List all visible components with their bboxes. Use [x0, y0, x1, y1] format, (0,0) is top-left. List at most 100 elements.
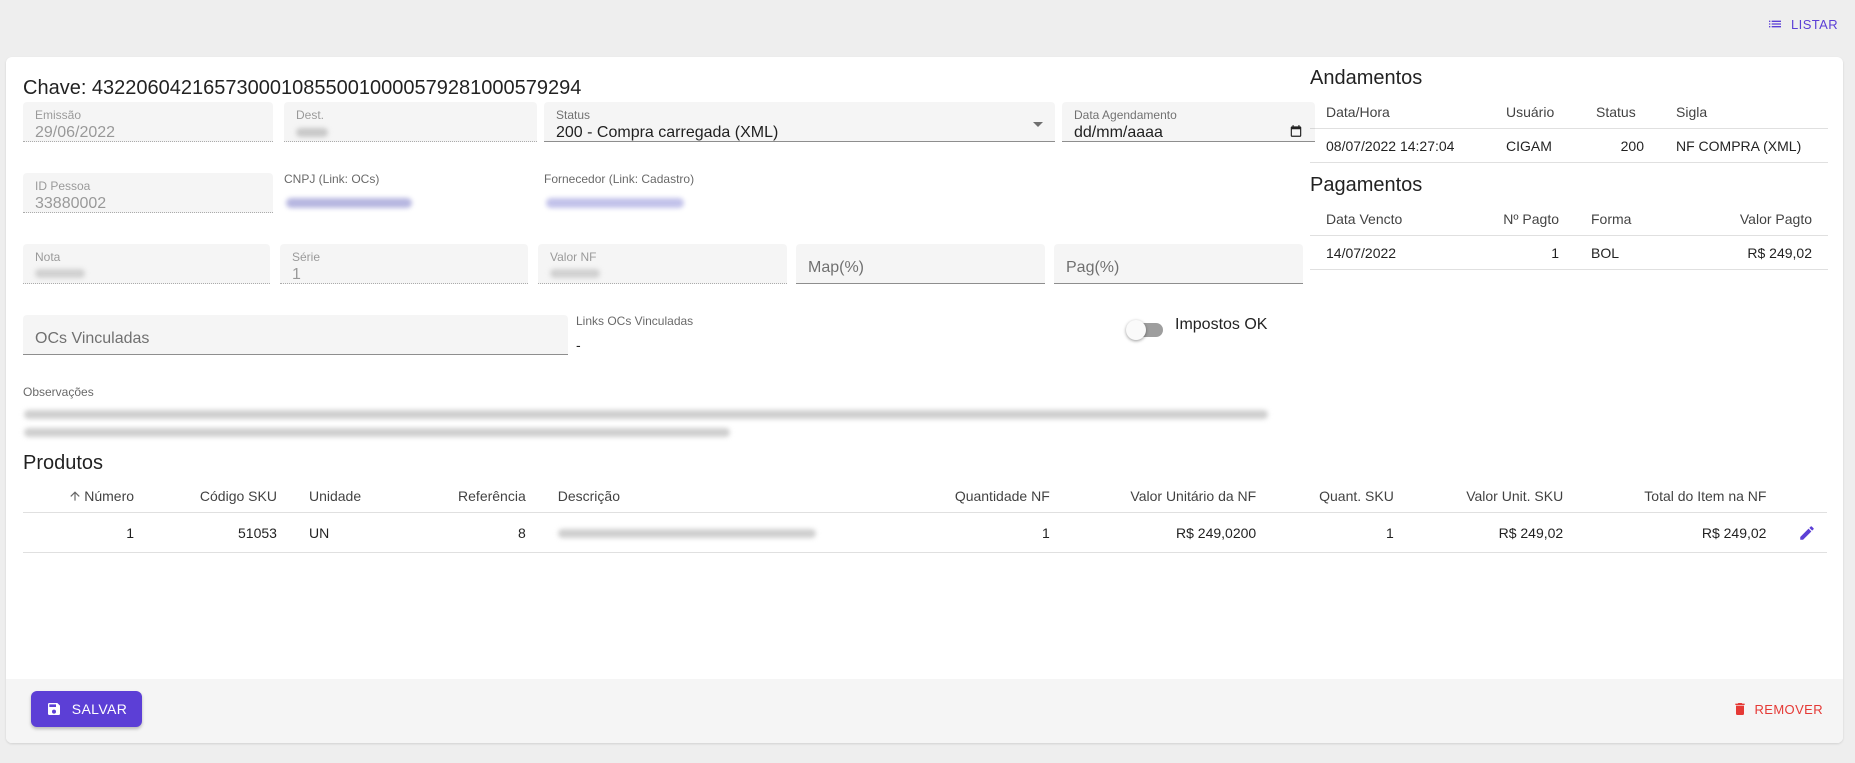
- cell-numero: 1: [23, 512, 151, 553]
- col-forma[interactable]: Forma: [1575, 202, 1675, 236]
- table-row: 14/07/2022 1 BOL R$ 249,02: [1310, 235, 1828, 270]
- col-data-vencto[interactable]: Data Vencto: [1310, 202, 1460, 236]
- impostos-ok-label: Impostos OK: [1175, 316, 1268, 333]
- salvar-label: SALVAR: [71, 701, 128, 717]
- cell-valor-unitario-nf: R$ 249,0200: [1065, 512, 1273, 553]
- list-icon: [1769, 20, 1782, 28]
- col-data-hora[interactable]: Data/Hora: [1310, 95, 1490, 129]
- sort-arrow-up-icon[interactable]: [68, 489, 82, 503]
- nota-field[interactable]: Nota: [23, 244, 270, 284]
- switch-thumb: [1126, 320, 1146, 340]
- nota-redacted: [35, 269, 85, 278]
- col-codigo-sku[interactable]: Código SKU: [150, 479, 293, 513]
- andamentos-header-row: Data/Hora Usuário Status Sigla: [1310, 95, 1828, 129]
- id-pessoa-label: ID Pessoa: [35, 179, 91, 193]
- andamentos-table: Data/Hora Usuário Status Sigla 08/07/202…: [1310, 95, 1828, 163]
- cell-data-hora: 08/07/2022 14:27:04: [1310, 128, 1490, 163]
- ocs-vinculadas-field[interactable]: OCs Vinculadas: [23, 315, 568, 355]
- valor-nf-label: Valor NF: [550, 250, 597, 264]
- status-select[interactable]: Status 200 - Compra carregada (XML): [544, 102, 1055, 142]
- dest-label: Dest.: [296, 108, 325, 122]
- col-descricao[interactable]: Descrição: [541, 479, 860, 513]
- cell-quant-sku: 1: [1272, 512, 1410, 553]
- map-placeholder: Map(%): [808, 259, 865, 276]
- ocs-vinculadas-placeholder: OCs Vinculadas: [35, 330, 150, 347]
- id-pessoa-field[interactable]: ID Pessoa 33880002: [23, 173, 273, 213]
- observacoes-label: Observações: [23, 385, 94, 399]
- cnpj-link-redacted[interactable]: [286, 198, 412, 208]
- col-valor-pagto[interactable]: Valor Pagto: [1675, 202, 1828, 236]
- salvar-button[interactable]: SALVAR: [31, 691, 142, 727]
- cell-actions: [1782, 512, 1827, 553]
- col-num-pagto[interactable]: Nº Pagto: [1460, 202, 1575, 236]
- col-valor-unitario-nf[interactable]: Valor Unitário da NF: [1065, 479, 1273, 513]
- col-unidade[interactable]: Unidade: [292, 479, 399, 513]
- listar-label: LISTAR: [1791, 16, 1838, 32]
- nota-label: Nota: [35, 250, 61, 264]
- dest-field[interactable]: Dest.: [284, 102, 537, 142]
- emissao-field[interactable]: Emissão 29/06/2022: [23, 102, 273, 142]
- cell-referencia: 8: [398, 512, 542, 553]
- produtos-title: Produtos: [23, 452, 104, 474]
- col-valor-unit-sku[interactable]: Valor Unit. SKU: [1409, 479, 1580, 513]
- status-value: 200 - Compra carregada (XML): [556, 124, 779, 141]
- serie-label: Série: [292, 250, 321, 264]
- trash-icon: [1735, 703, 1746, 715]
- table-row: 1 51053 UN 8 1 R$ 249,0200 1 R$ 249,02 R…: [23, 512, 1827, 553]
- observacoes-redacted-line1: [24, 410, 1268, 419]
- map-field[interactable]: Map(%): [796, 244, 1045, 284]
- emissao-label: Emissão: [35, 108, 82, 122]
- impostos-ok-switch[interactable]: [1126, 318, 1163, 340]
- valor-nf-redacted: [550, 269, 600, 278]
- produtos-table: Número Código SKU Unidade Referência Des…: [23, 479, 1827, 553]
- status-label: Status: [556, 108, 591, 122]
- pag-placeholder: Pag(%): [1066, 259, 1120, 276]
- dest-redacted: [296, 128, 328, 137]
- produtos-header-row: Número Código SKU Unidade Referência Des…: [23, 479, 1827, 513]
- cell-usuario: CIGAM: [1490, 128, 1580, 163]
- col-actions: [1782, 479, 1827, 513]
- col-status[interactable]: Status: [1580, 95, 1660, 129]
- card-footer: SALVAR REMOVER: [6, 679, 1843, 743]
- cell-unidade: UN: [292, 512, 399, 553]
- fornecedor-link-redacted[interactable]: [546, 198, 684, 208]
- remover-button[interactable]: REMOVER: [1732, 697, 1823, 721]
- col-sigla[interactable]: Sigla: [1660, 95, 1828, 129]
- col-numero[interactable]: Número: [23, 479, 151, 513]
- descricao-redacted: [557, 529, 816, 539]
- listar-button[interactable]: LISTAR: [1767, 12, 1838, 36]
- pagamentos-table: Data Vencto Nº Pagto Forma Valor Pagto 1…: [1310, 202, 1828, 270]
- cell-total-item-nf: R$ 249,02: [1579, 512, 1783, 553]
- pagamentos-header-row: Data Vencto Nº Pagto Forma Valor Pagto: [1310, 202, 1828, 236]
- col-referencia[interactable]: Referência: [398, 479, 542, 513]
- col-usuario[interactable]: Usuário: [1490, 95, 1580, 129]
- edit-pencil-icon[interactable]: [1798, 524, 1816, 542]
- chevron-down-icon[interactable]: [1033, 122, 1043, 127]
- cell-codigo-sku: 51053: [150, 512, 293, 553]
- links-ocs-label: Links OCs Vinculadas: [576, 314, 694, 328]
- valor-nf-field[interactable]: Valor NF: [538, 244, 787, 284]
- chave-title: Chave: 432206042165730001085500100005792…: [23, 77, 582, 99]
- col-quant-sku[interactable]: Quant. SKU: [1272, 479, 1410, 513]
- cell-valor-unit-sku: R$ 249,02: [1409, 512, 1580, 553]
- cell-num-pagto: 1: [1460, 235, 1575, 270]
- top-bar: LISTAR: [0, 0, 1855, 48]
- emissao-value: 29/06/2022: [35, 124, 116, 141]
- fornecedor-label: Fornecedor (Link: Cadastro): [544, 172, 695, 186]
- cell-quantidade-nf: 1: [859, 512, 1066, 553]
- remover-label: REMOVER: [1754, 701, 1823, 717]
- col-total-item-nf[interactable]: Total do Item na NF: [1579, 479, 1783, 513]
- cell-forma: BOL: [1575, 235, 1675, 270]
- serie-field[interactable]: Série 1: [280, 244, 528, 284]
- cell-descricao: [541, 512, 860, 553]
- links-ocs-value: -: [576, 337, 581, 353]
- table-row: 08/07/2022 14:27:04 CIGAM 200 NF COMPRA …: [1310, 128, 1828, 163]
- id-pessoa-value: 33880002: [35, 195, 107, 212]
- observacoes-redacted-line2: [24, 428, 730, 437]
- cell-status: 200: [1580, 128, 1660, 163]
- col-quantidade-nf[interactable]: Quantidade NF: [859, 479, 1066, 513]
- data-agendamento-field[interactable]: Data Agendamento dd/mm/aaaa: [1062, 102, 1315, 142]
- calendar-icon[interactable]: [1289, 124, 1303, 138]
- col-numero-label: Número: [84, 487, 135, 504]
- pag-field[interactable]: Pag(%): [1054, 244, 1303, 284]
